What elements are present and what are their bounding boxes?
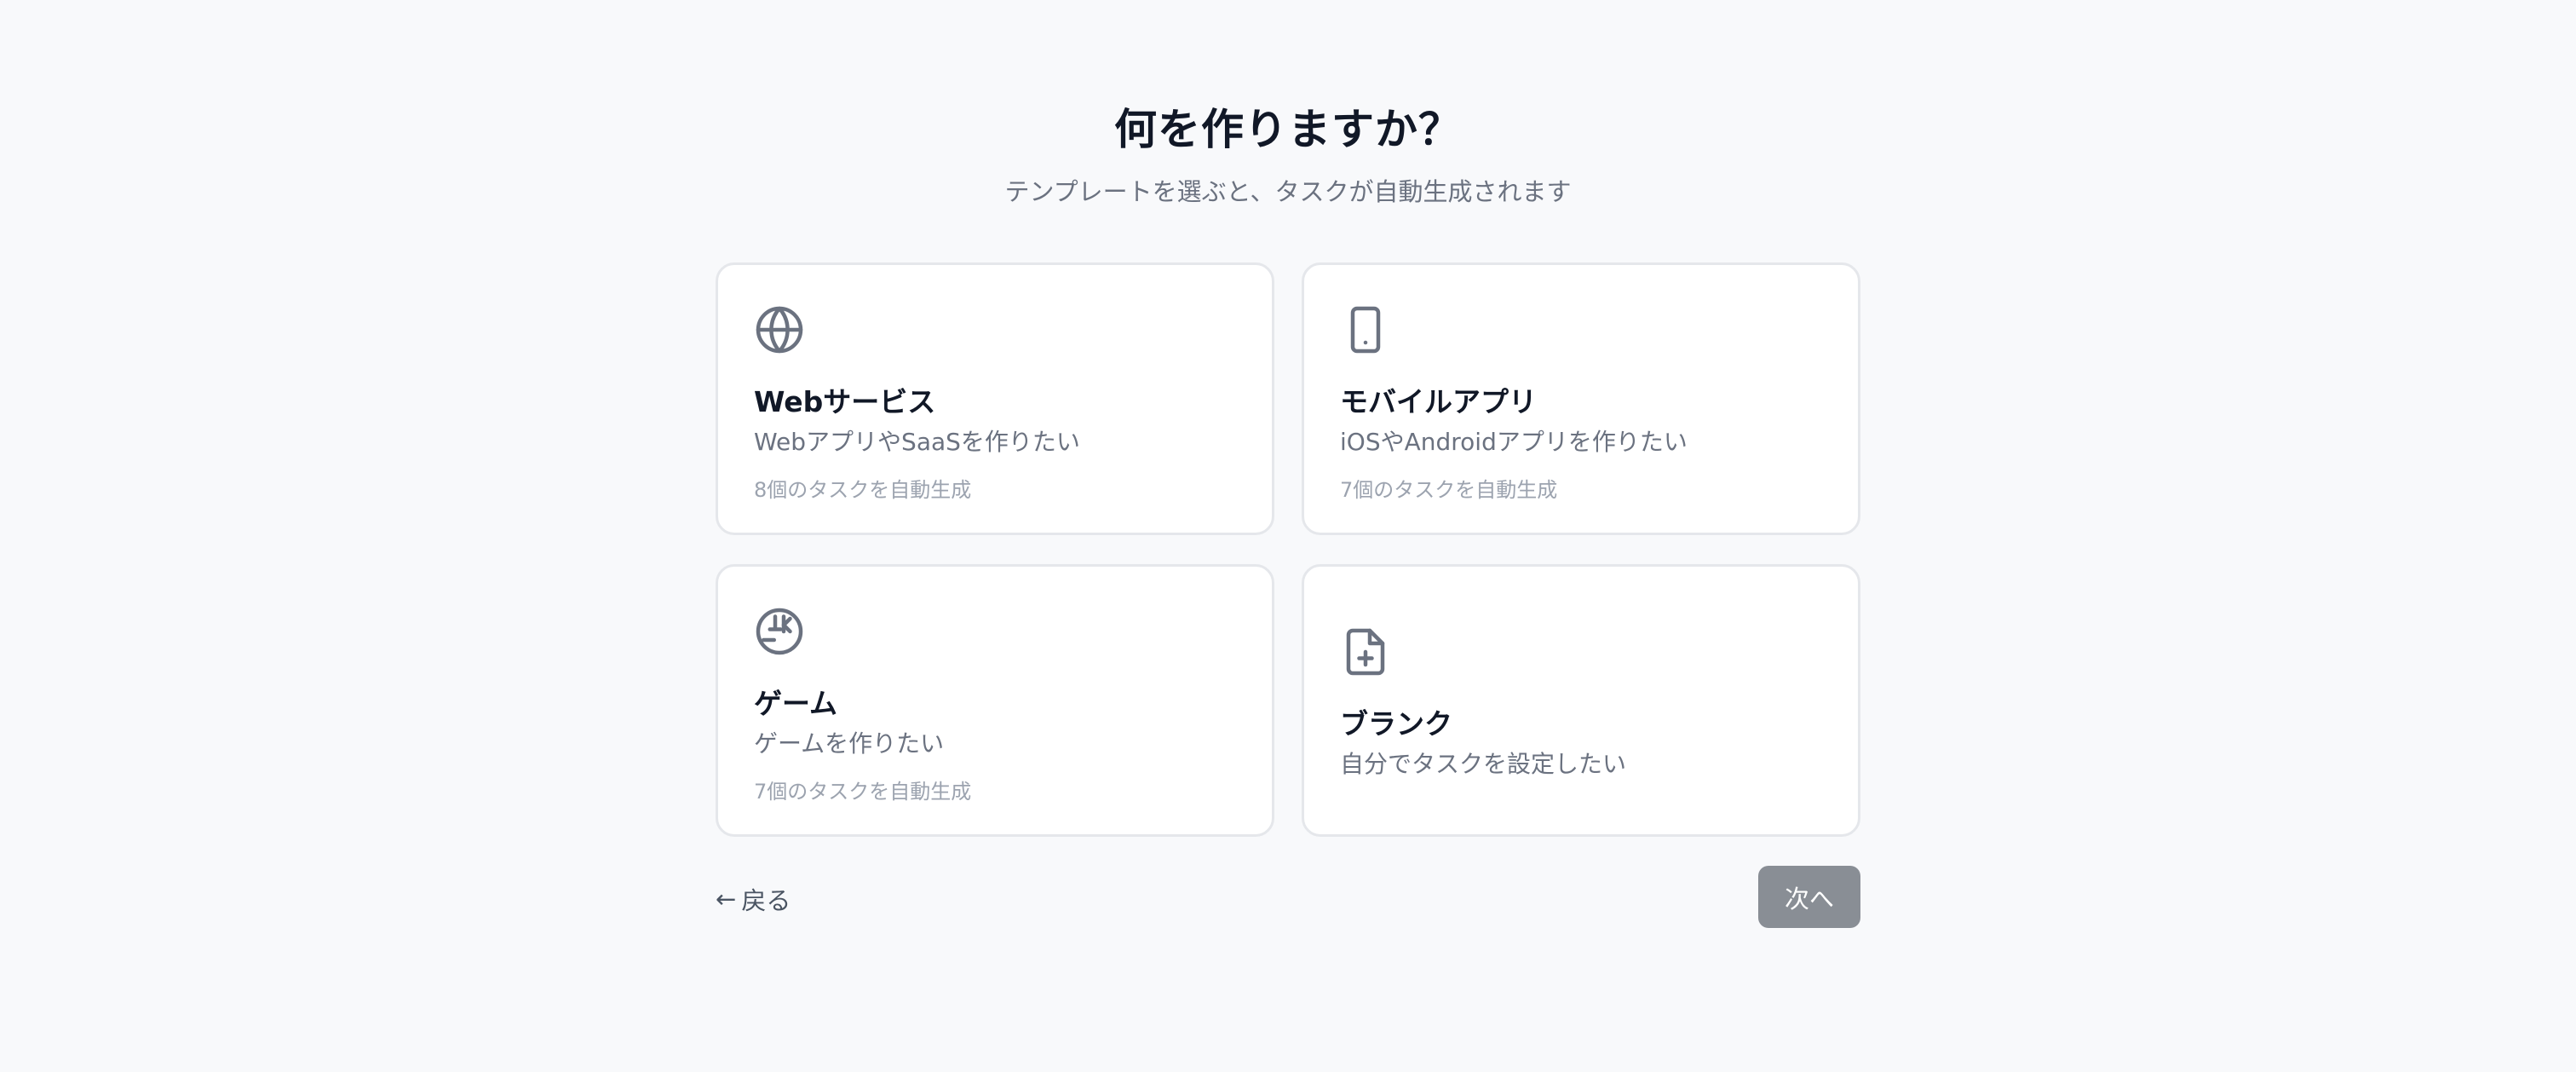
back-button[interactable]: ← 戻る: [716, 881, 791, 917]
template-name: Webサービス: [754, 385, 936, 418]
globe-icon: [754, 304, 805, 355]
template-description: ゲームを作りたい: [754, 729, 945, 758]
file-plus-icon: [1340, 626, 1391, 677]
template-card-web-service[interactable]: Webサービス WebアプリやSaaSを作りたい 8個のタスクを自動生成: [716, 262, 1274, 535]
arrow-left-icon: ←: [716, 885, 737, 914]
page-subtitle: テンプレートを選ぶと、タスクが自動生成されます: [1004, 177, 1572, 206]
template-task-count: 8個のタスクを自動生成: [754, 478, 972, 502]
template-description: 自分でタスクを設定したい: [1340, 750, 1627, 778]
smartphone-icon: [1340, 304, 1391, 355]
template-card-game[interactable]: ゲーム ゲームを作りたい 7個のタスクを自動生成: [716, 564, 1274, 837]
page-title: 何を作りますか？: [1114, 105, 1462, 154]
template-task-count: 7個のタスクを自動生成: [1340, 478, 1558, 502]
next-button[interactable]: 次へ: [1758, 866, 1860, 928]
game-icon: [754, 606, 805, 657]
template-description: iOSやAndroidアプリを作りたい: [1340, 428, 1688, 456]
back-label: 戻る: [741, 886, 791, 915]
template-card-mobile-app[interactable]: モバイルアプリ iOSやAndroidアプリを作りたい 7個のタスクを自動生成: [1302, 262, 1860, 535]
template-description: WebアプリやSaaSを作りたい: [754, 428, 1080, 456]
template-name: ブランク: [1340, 707, 1452, 741]
template-name: ゲーム: [754, 687, 838, 720]
template-card-blank[interactable]: ブランク 自分でタスクを設定したい: [1302, 564, 1860, 837]
template-selection-page: 何を作りますか？ テンプレートを選ぶと、タスクが自動生成されます Webサービス…: [0, 0, 2576, 1072]
template-task-count: 7個のタスクを自動生成: [754, 780, 972, 804]
template-name: モバイルアプリ: [1340, 385, 1537, 418]
